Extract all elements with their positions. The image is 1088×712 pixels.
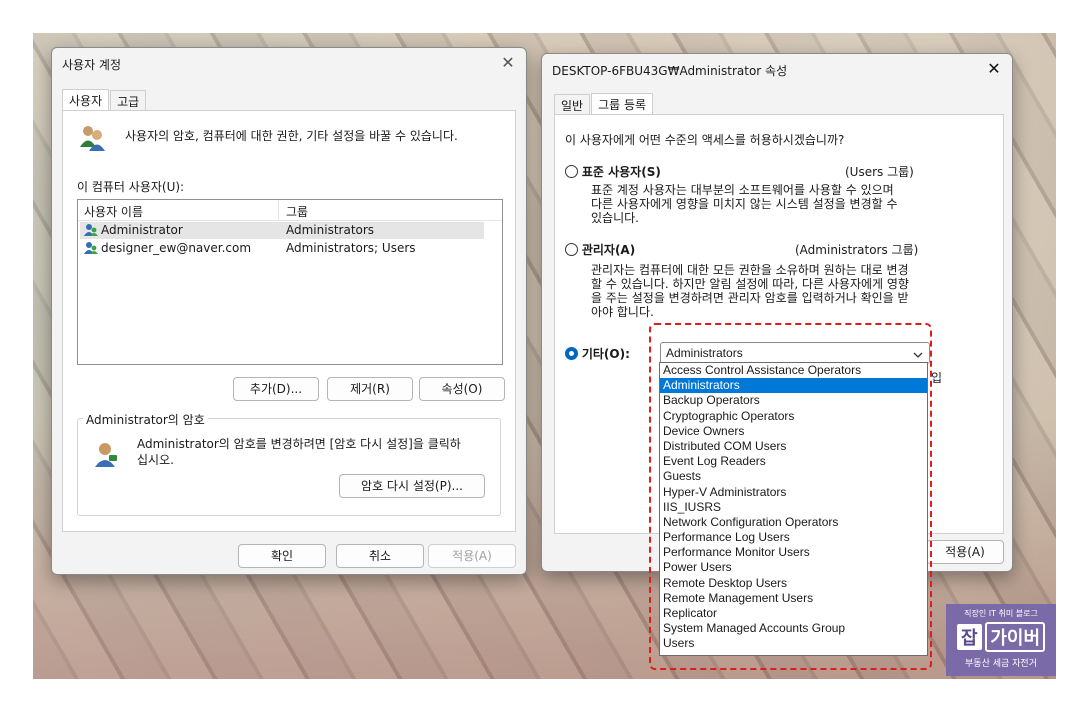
password-user-icon — [93, 441, 119, 467]
apply-button[interactable]: 적용(A) — [428, 544, 516, 568]
column-header-username[interactable]: 사용자 이름 — [84, 203, 143, 220]
dropdown-option[interactable]: Access Control Assistance Operators — [660, 363, 927, 378]
password-instruction-line1: Administrator의 암호를 변경하려면 [암호 다시 설정]을 클릭하 — [137, 437, 461, 451]
selected-group: Administrators — [666, 346, 743, 360]
apply-button[interactable]: 적용(A) — [926, 540, 1004, 564]
administrator-label: 관리자(A) — [581, 243, 636, 257]
watermark-line3: 부동산 세금 자전거 — [965, 659, 1037, 669]
truncated-text: 입 — [931, 371, 943, 385]
close-icon[interactable]: ✕ — [982, 58, 1006, 80]
user-group: Administrators; Users — [286, 241, 416, 255]
access-question: 이 사용자에게 어떤 수준의 액세스를 허용하시겠습니까? — [565, 133, 845, 147]
watermark-big-left: 잡 — [956, 624, 982, 650]
password-instruction-line2: 십시오. — [137, 453, 174, 467]
table-row[interactable]: Administrator Administrators — [80, 222, 484, 239]
description-text: 사용자의 암호, 컴퓨터에 대한 권한, 기타 설정을 바꿀 수 있습니다. — [125, 129, 458, 143]
dropdown-option[interactable]: Remote Desktop Users — [660, 576, 927, 591]
other-label: 기타(O): — [581, 347, 630, 361]
dropdown-option[interactable]: IIS_IUSRS — [660, 500, 927, 515]
dropdown-option[interactable]: Network Configuration Operators — [660, 515, 927, 530]
tab-panel-users: 사용자의 암호, 컴퓨터에 대한 권한, 기타 설정을 바꿀 수 있습니다. 이… — [62, 110, 516, 532]
user-accounts-window: 사용자 계정 ✕ 사용자 고급 사용자의 암호, 컴퓨터에 대한 권한, 기타 … — [51, 47, 527, 575]
standard-user-label: 표준 사용자(S) — [581, 165, 661, 179]
add-user-button[interactable]: 추가(D)... — [233, 377, 319, 401]
dropdown-option[interactable]: Device Owners — [660, 424, 927, 439]
ok-button[interactable]: 확인 — [238, 544, 326, 568]
title-bar: DESKTOP-6FBU43G₩Administrator 속성 ✕ — [542, 54, 1012, 84]
radio-administrator[interactable] — [565, 243, 578, 256]
user-name: Administrator — [101, 223, 183, 237]
radio-standard[interactable] — [565, 165, 578, 178]
users-icon — [77, 123, 107, 153]
user-icon — [84, 224, 98, 236]
dropdown-option[interactable]: Hyper-V Administrators — [660, 485, 927, 500]
administrator-option[interactable]: 관리자(A) — [565, 241, 635, 258]
password-group-title: Administrator의 암호 — [83, 411, 208, 428]
window-title: DESKTOP-6FBU43G₩Administrator 속성 — [552, 64, 788, 78]
user-name: designer_ew@naver.com — [101, 241, 252, 255]
standard-user-option[interactable]: 표준 사용자(S) — [565, 163, 661, 180]
dropdown-option[interactable]: Users — [660, 636, 927, 651]
administrator-group-name: (Administrators 그룹) — [795, 243, 919, 257]
user-icon — [84, 242, 98, 254]
dropdown-option[interactable]: Performance Log Users — [660, 530, 927, 545]
radio-other[interactable] — [565, 347, 578, 360]
standard-desc-line: 있습니다. — [591, 211, 639, 225]
dropdown-option[interactable]: Remote Management Users — [660, 591, 927, 606]
dropdown-option[interactable]: Distributed COM Users — [660, 439, 927, 454]
other-option[interactable]: 기타(O): — [565, 345, 630, 362]
dropdown-option[interactable]: Cryptographic Operators — [660, 409, 927, 424]
reset-password-button[interactable]: 암호 다시 설정(P)... — [339, 474, 485, 498]
dropdown-option[interactable]: Backup Operators — [660, 393, 927, 408]
column-header-group[interactable]: 그룹 — [286, 203, 308, 220]
user-group: Administrators — [286, 223, 375, 237]
properties-button[interactable]: 속성(O) — [419, 377, 505, 401]
table-row[interactable]: designer_ew@naver.com Administrators; Us… — [80, 240, 484, 257]
dropdown-option[interactable]: Performance Monitor Users — [660, 545, 927, 560]
watermark-line1: 직장인 IT 취미 블로그 — [964, 609, 1038, 618]
title-bar: 사용자 계정 ✕ — [52, 48, 526, 78]
group-select[interactable]: Administrators — [660, 342, 930, 364]
dropdown-option[interactable]: Event Log Readers — [660, 454, 927, 469]
dropdown-option[interactable]: Power Users — [660, 560, 927, 575]
cancel-button[interactable]: 취소 — [336, 544, 424, 568]
window-title: 사용자 계정 — [62, 58, 122, 72]
dropdown-option[interactable]: Administrators — [660, 378, 927, 394]
dropdown-option[interactable]: System Managed Accounts Group — [660, 621, 927, 636]
group-dropdown-list[interactable]: Access Control Assistance Operators Admin… — [659, 362, 928, 656]
users-list[interactable]: 사용자 이름 그룹 Administrator Administrators d… — [77, 199, 503, 365]
watermark-big-right: 가이버 — [985, 622, 1046, 652]
blog-watermark: 직장인 IT 취미 블로그 잡 가이버 부동산 세금 자전거 — [946, 604, 1056, 676]
close-icon[interactable]: ✕ — [496, 52, 520, 74]
dropdown-option[interactable]: Guests — [660, 469, 927, 484]
dropdown-option[interactable]: Replicator — [660, 606, 927, 621]
chevron-down-icon — [913, 348, 923, 362]
admin-desc-line: 아야 합니다. — [591, 305, 654, 319]
remove-user-button[interactable]: 제거(R) — [327, 377, 413, 401]
standard-group-name: (Users 그룹) — [845, 165, 914, 179]
users-list-label: 이 컴퓨터 사용자(U): — [77, 180, 185, 194]
list-header: 사용자 이름 그룹 — [78, 200, 502, 221]
